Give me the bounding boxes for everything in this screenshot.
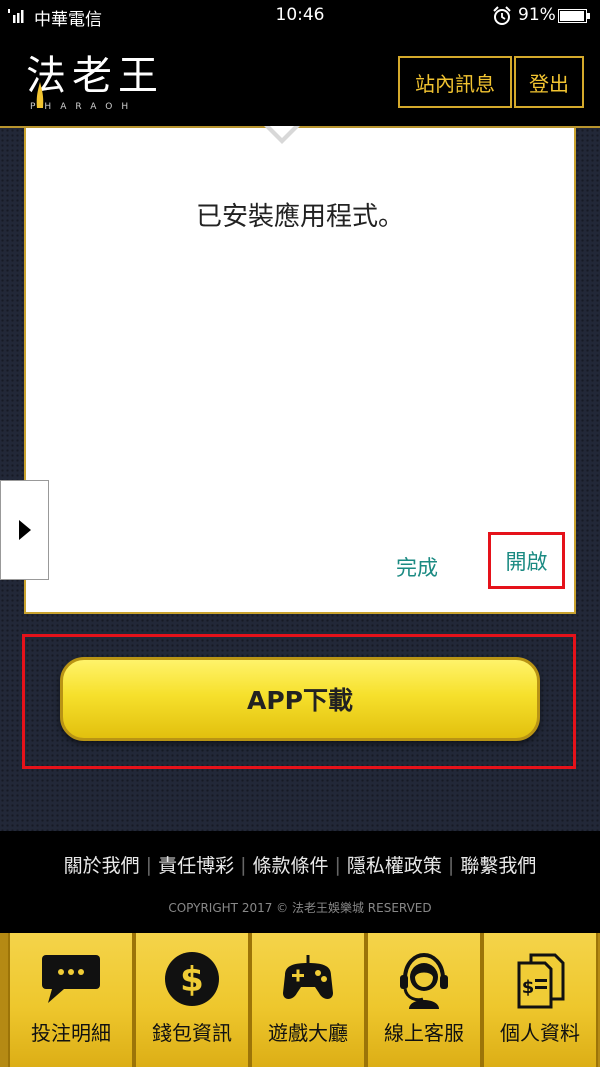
dialog-notch-icon — [264, 126, 300, 144]
logo[interactable]: 法老王 PHARAOH — [26, 52, 158, 114]
footer-separator: | — [334, 853, 341, 876]
svg-text:$: $ — [180, 960, 204, 1000]
install-complete-dialog: 已安裝應用程式。 完成 開啟 — [24, 126, 576, 614]
nav-item-wallet[interactable]: $ 錢包資訊 — [134, 933, 250, 1067]
headset-agent-icon — [400, 952, 448, 1009]
open-button-label: 開啟 — [505, 549, 548, 574]
nav-item-profile[interactable]: $ 個人資料 — [482, 933, 598, 1067]
app-download-button[interactable]: APP下載 — [60, 657, 540, 741]
battery-percent: 91% — [518, 5, 556, 25]
nav-item-game-lobby[interactable]: 遊戲大廳 — [250, 933, 366, 1067]
done-button[interactable]: 完成 — [396, 552, 438, 582]
battery-icon — [558, 9, 590, 23]
alarm-icon — [493, 6, 511, 25]
logo-text: 法老王 — [26, 53, 164, 99]
play-arrow-icon — [18, 520, 31, 540]
logout-button[interactable]: 登出 — [514, 56, 584, 108]
documents-icon: $ — [517, 953, 565, 1009]
messages-button[interactable]: 站內訊息 — [398, 56, 512, 108]
nav-label: 線上客服 — [384, 1021, 464, 1045]
footer-separator: | — [145, 853, 153, 876]
dialog-message: 已安裝應用程式。 — [195, 202, 404, 232]
side-drawer-toggle[interactable] — [0, 480, 49, 580]
footer-separator: | — [447, 853, 455, 876]
chat-bubble-icon — [42, 955, 100, 1003]
nav-item-bet-details[interactable]: 投注明細 — [8, 933, 134, 1067]
bottom-nav: 投注明細 $ 錢包資訊 遊戲大廳 線上客服 $ 個人資料 — [0, 933, 600, 1067]
svg-text:$: $ — [522, 977, 535, 998]
main-content: 已安裝應用程式。 完成 開啟 APP下載 — [0, 126, 600, 831]
nav-label: 遊戲大廳 — [268, 1021, 348, 1045]
footer-links: 關於我們 | 責任博彩 | 條款條件 | 隱私權政策 | 聯繫我們 — [0, 851, 600, 878]
footer-link-contact[interactable]: 聯繫我們 — [460, 851, 536, 878]
nav-label: 投注明細 — [31, 1021, 111, 1045]
footer-link-responsible-gaming[interactable]: 責任博彩 — [158, 851, 234, 878]
nav-item-customer-service[interactable]: 線上客服 — [366, 933, 482, 1067]
dollar-icon: $ — [165, 952, 219, 1006]
app-header: 法老王 PHARAOH 站內訊息 登出 — [0, 32, 600, 128]
footer: 關於我們 | 責任博彩 | 條款條件 | 隱私權政策 | 聯繫我們 COPYRI… — [0, 831, 600, 933]
footer-link-privacy[interactable]: 隱私權政策 — [347, 851, 442, 878]
nav-label: 個人資料 — [500, 1021, 580, 1045]
footer-link-about[interactable]: 關於我們 — [64, 851, 140, 878]
nav-label: 錢包資訊 — [152, 1021, 232, 1045]
copyright-text: COPYRIGHT 2017 © 法老王娛樂城 RESERVED — [168, 901, 432, 915]
open-button[interactable]: 開啟 — [488, 532, 565, 589]
footer-link-terms[interactable]: 條款條件 — [252, 851, 328, 878]
footer-separator: | — [240, 853, 247, 876]
status-bar: 中華電信 10:46 91% — [0, 0, 600, 32]
gamepad-icon — [283, 955, 333, 999]
logo-subtext: PHARAOH — [30, 102, 138, 112]
